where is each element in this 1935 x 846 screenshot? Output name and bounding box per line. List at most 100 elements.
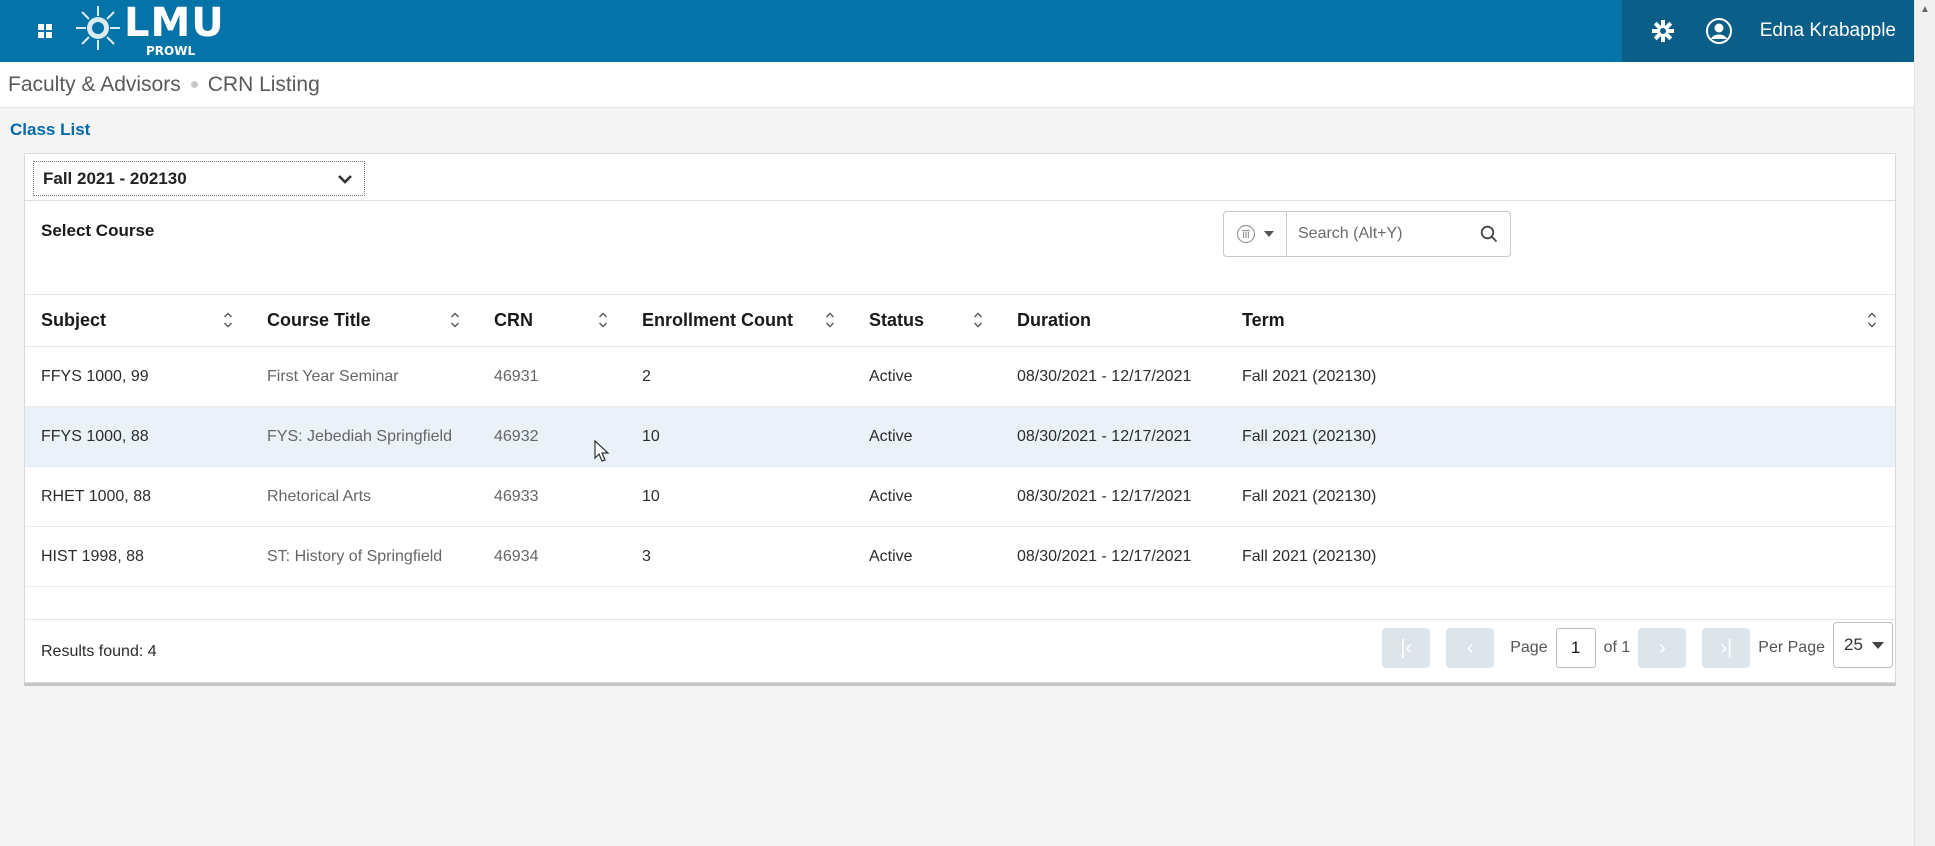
page-title: Class List (10, 120, 91, 139)
cell-subject: HIST 1998, 88 (25, 526, 251, 587)
last-page-button[interactable]: ›| (1702, 628, 1751, 668)
search-input[interactable] (1298, 225, 1468, 243)
cell-subject: FFYS 1000, 99 (25, 346, 251, 407)
next-page-button[interactable]: › (1638, 628, 1687, 668)
page-scrollbar[interactable]: ▲ (1914, 0, 1935, 846)
columns-icon (1236, 224, 1256, 244)
cell-duration: 08/30/2021 - 12/17/2021 (1001, 346, 1226, 407)
last-page-icon: ›| (1720, 636, 1733, 659)
column-header-subject[interactable]: Subject (25, 294, 251, 347)
column-header-enrollment-count[interactable]: Enrollment Count (626, 294, 853, 347)
user-icon (1705, 18, 1732, 44)
column-header-crn[interactable]: CRN (478, 294, 626, 347)
cell-subject: FFYS 1000, 88 (25, 406, 251, 467)
breadcrumb-crn-listing: CRN Listing (207, 72, 320, 96)
logo-subtext: PROWL (146, 44, 196, 58)
cell-duration: 08/30/2021 - 12/17/2021 (1001, 406, 1226, 467)
select-course-heading: Select Course (41, 221, 155, 240)
page-number-input[interactable]: 1 (1555, 628, 1596, 668)
cell-crn: 46931 (478, 346, 626, 407)
table-spacer (25, 587, 1895, 620)
top-bar: LMU PROWL Edna Krabapple (0, 0, 1914, 62)
column-header-label: Course Title (267, 310, 371, 330)
cell-crn: 46934 (478, 526, 626, 587)
cell-course-title: FYS: Jebediah Springfield (251, 406, 478, 467)
per-page-label: Per Page (1758, 639, 1825, 656)
search-icon[interactable] (1480, 225, 1498, 243)
chevron-right-icon: › (1658, 636, 1666, 659)
term-dropdown[interactable]: Fall 2021 - 202130 (33, 161, 365, 196)
cell-course-title: Rhetorical Arts (251, 466, 478, 527)
per-page-value: 25 (1844, 635, 1863, 654)
cell-status: Active (853, 466, 1001, 527)
column-toggle-button[interactable] (1223, 211, 1287, 257)
previous-page-button[interactable]: ‹ (1446, 628, 1495, 668)
sort-icon[interactable] (223, 311, 233, 329)
breadcrumb-faculty-advisors[interactable]: Faculty & Advisors (8, 73, 181, 97)
cell-course-title: First Year Seminar (251, 346, 478, 407)
column-header-label: CRN (494, 310, 533, 330)
pagination: |‹ ‹ Page 1 of 1 › ›| Per Page 25 (1382, 622, 1893, 668)
cell-enrollment-count: 10 (626, 466, 853, 527)
sort-icon[interactable] (825, 311, 835, 329)
column-header-term[interactable]: Term (1226, 294, 1895, 347)
column-header-label: Enrollment Count (642, 310, 793, 330)
table-row[interactable]: FFYS 1000, 88 FYS: Jebediah Springfield … (25, 406, 1895, 467)
select-course-row: Select Course (25, 201, 1895, 294)
chevron-down-icon (338, 174, 352, 184)
class-list-card: Fall 2021 - 202130 Select Course Search … (24, 153, 1896, 683)
column-header-duration[interactable]: Duration (1001, 294, 1226, 347)
user-area: Edna Krabapple (1621, 0, 1914, 62)
table-row[interactable]: FFYS 1000, 99 First Year Seminar 46931 2… (25, 346, 1895, 407)
results-count: Results found: 4 (41, 643, 157, 660)
sort-icon[interactable] (1867, 311, 1877, 329)
breadcrumb-separator (190, 81, 198, 88)
column-header-label: Status (869, 310, 925, 330)
scroll-up-icon[interactable]: ▲ (1920, 4, 1930, 15)
cell-term: Fall 2021 (202130) (1226, 346, 1895, 407)
page-label: Page (1510, 639, 1548, 656)
column-header-status[interactable]: Status (853, 294, 1001, 347)
column-header-label: Subject (41, 310, 107, 330)
table-row[interactable]: RHET 1000, 88 Rhetorical Arts 46933 10 A… (25, 466, 1895, 527)
column-header-course-title[interactable]: Course Title (251, 294, 478, 347)
cell-subject: RHET 1000, 88 (25, 466, 251, 527)
first-page-button[interactable]: |‹ (1382, 628, 1431, 668)
search-box[interactable] (1287, 211, 1511, 257)
sort-icon[interactable] (973, 311, 983, 329)
grid-menu-button[interactable] (22, 0, 68, 62)
cell-enrollment-count: 10 (626, 406, 853, 467)
cell-crn: 46933 (478, 466, 626, 527)
table-row[interactable]: HIST 1998, 88 ST: History of Springfield… (25, 526, 1895, 587)
cell-status: Active (853, 526, 1001, 587)
page-total-label: of 1 (1603, 639, 1631, 656)
table-header-row: Subject Course Title CRN Enrollment Coun… (25, 294, 1895, 347)
cell-enrollment-count: 3 (626, 526, 853, 587)
caret-down-icon (1264, 231, 1274, 237)
cell-duration: 08/30/2021 - 12/17/2021 (1001, 466, 1226, 527)
term-row: Fall 2021 - 202130 (25, 154, 1895, 201)
breadcrumb: Faculty & Advisors CRN Listing (0, 62, 1914, 108)
cell-course-title: ST: History of Springfield (251, 526, 478, 587)
sort-icon[interactable] (450, 311, 460, 329)
lmu-logo[interactable]: LMU PROWL (74, 0, 225, 62)
first-page-icon: |‹ (1400, 636, 1413, 659)
lion-sun-icon (76, 6, 120, 50)
term-dropdown-value: Fall 2021 - 202130 (43, 168, 187, 188)
user-profile-button[interactable] (1704, 16, 1734, 46)
table-footer: Results found: 4 |‹ ‹ Page 1 of 1 › ›| P… (25, 620, 1895, 680)
cell-duration: 08/30/2021 - 12/17/2021 (1001, 526, 1226, 587)
sort-icon[interactable] (598, 311, 608, 329)
column-header-label: Term (1242, 310, 1285, 330)
settings-button[interactable] (1648, 16, 1678, 46)
user-name[interactable]: Edna Krabapple (1760, 20, 1896, 42)
caret-down-icon (1872, 641, 1884, 649)
column-header-label: Duration (1017, 310, 1091, 330)
card-bottom-border (24, 683, 1896, 686)
course-table: Subject Course Title CRN Enrollment Coun… (25, 294, 1895, 587)
cell-term: Fall 2021 (202130) (1226, 406, 1895, 467)
per-page-dropdown[interactable]: 25 (1833, 622, 1893, 668)
cell-status: Active (853, 406, 1001, 467)
logo-text: LMU (124, 0, 225, 46)
grid-icon (38, 24, 52, 38)
